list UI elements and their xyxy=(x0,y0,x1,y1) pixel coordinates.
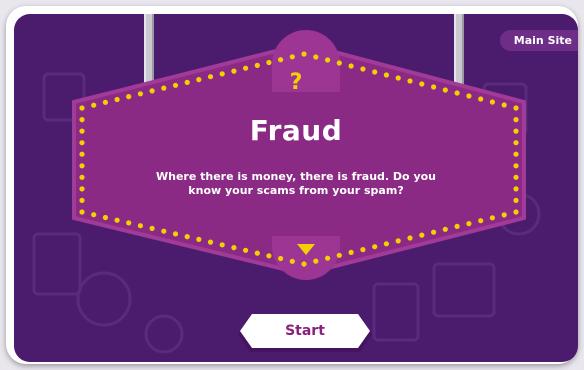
bulb xyxy=(348,63,354,69)
bulb xyxy=(466,221,472,227)
bulb xyxy=(336,60,342,66)
bulb xyxy=(266,253,272,259)
start-button[interactable]: Start xyxy=(240,314,370,348)
bulb xyxy=(114,96,120,103)
bulb xyxy=(513,186,519,192)
bulb xyxy=(79,186,85,192)
bulb xyxy=(137,223,143,229)
bulb xyxy=(219,242,225,248)
bulb xyxy=(243,247,249,253)
bulb xyxy=(313,258,319,264)
bulb xyxy=(478,218,484,224)
bulb xyxy=(501,102,507,108)
bulb xyxy=(79,151,85,157)
quiz-screen: ? Fraud Where there is money, there is f… xyxy=(14,14,578,362)
bulb xyxy=(79,163,85,169)
bulb xyxy=(325,255,331,261)
bulb xyxy=(184,234,190,240)
bulb xyxy=(336,252,342,258)
quiz-description: Where there is money, there is fraud. Do… xyxy=(155,170,437,197)
bulb xyxy=(161,228,167,234)
bulb xyxy=(489,215,495,221)
bulb xyxy=(301,51,307,57)
question-mark-icon: ? xyxy=(289,70,303,95)
bulb xyxy=(513,105,519,111)
bulb xyxy=(289,54,295,60)
bulb xyxy=(114,217,120,223)
bulb xyxy=(172,231,179,237)
bulb xyxy=(207,239,214,245)
main-site-link[interactable]: Main Site xyxy=(499,30,578,51)
bulb xyxy=(126,220,132,226)
bulb xyxy=(79,174,85,180)
bulb xyxy=(102,214,108,221)
bulb xyxy=(196,236,202,242)
bulb xyxy=(513,197,519,203)
bulb xyxy=(278,255,284,262)
bulb xyxy=(79,197,85,203)
bulb xyxy=(513,174,519,180)
bulb xyxy=(278,57,284,63)
bulb xyxy=(91,212,97,218)
bulb xyxy=(431,229,437,235)
bulb xyxy=(301,261,307,267)
bulb xyxy=(266,59,272,66)
bulb xyxy=(348,249,354,255)
bulb xyxy=(489,99,495,105)
bulb xyxy=(325,57,331,63)
bulb xyxy=(372,244,378,250)
bulb xyxy=(149,225,155,231)
bulb xyxy=(231,245,237,251)
bulb xyxy=(254,62,260,68)
bulb xyxy=(513,151,519,157)
bulb xyxy=(313,54,319,60)
quiz-title: Fraud xyxy=(249,114,343,147)
bulb xyxy=(501,212,507,218)
bulb xyxy=(478,96,484,102)
bulb xyxy=(79,105,85,111)
bulb xyxy=(360,247,366,253)
bulb xyxy=(289,258,295,264)
bulb xyxy=(419,232,425,238)
bulb xyxy=(254,250,260,256)
bulb xyxy=(407,235,413,241)
bulb xyxy=(79,209,85,215)
bulb xyxy=(454,223,460,229)
bulb xyxy=(91,102,97,108)
bulb xyxy=(442,226,448,232)
bulb xyxy=(513,209,519,215)
bulb xyxy=(395,238,401,244)
bulb xyxy=(513,163,519,169)
bulb xyxy=(383,241,389,247)
bulb xyxy=(102,99,108,105)
